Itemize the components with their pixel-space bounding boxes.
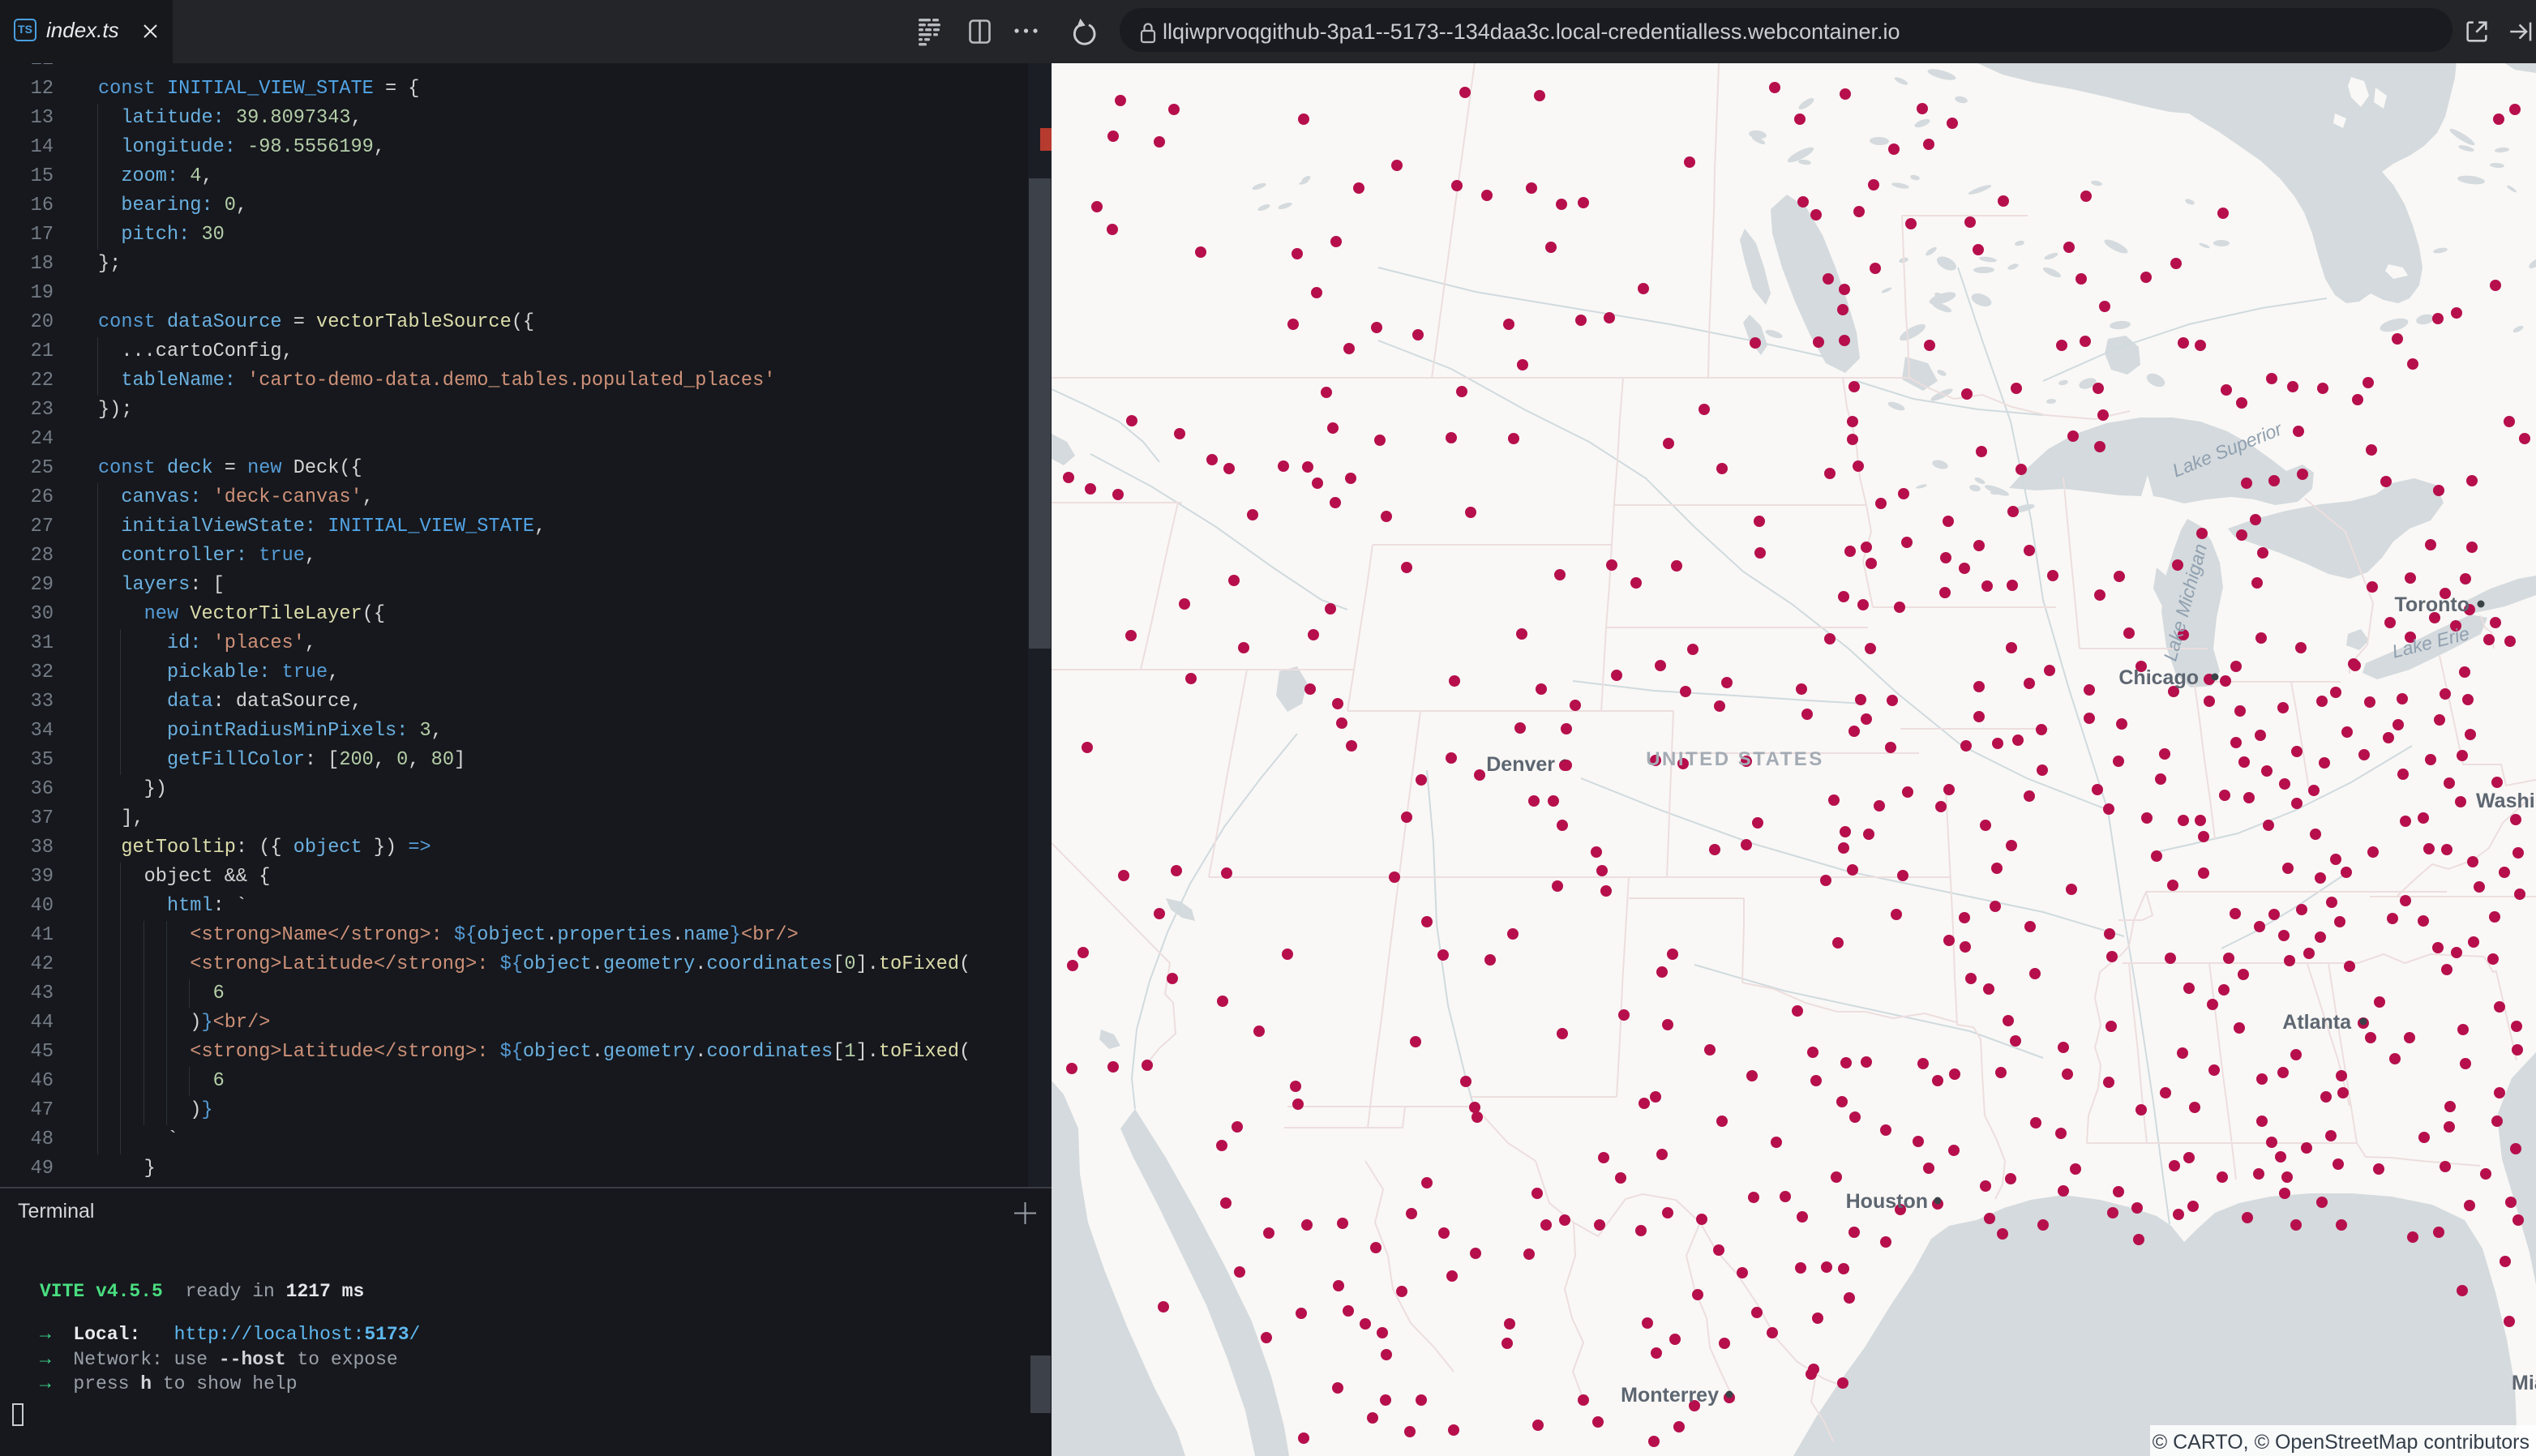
svg-text:UNITED STATES: UNITED STATES <box>1646 748 1824 770</box>
svg-text:Toronto: Toronto <box>2394 593 2470 616</box>
svg-text:© CARTO, © OpenStreetMap contr: © CARTO, © OpenStreetMap contributors <box>2153 1431 2530 1454</box>
svg-text:Washington: Washington <box>2476 790 2536 812</box>
svg-text:Denver: Denver <box>1486 753 1555 776</box>
svg-text:Monterrey: Monterrey <box>1621 1384 1719 1407</box>
svg-text:Miami: Miami <box>2512 1372 2536 1394</box>
svg-text:Atlanta: Atlanta <box>2282 1011 2352 1034</box>
svg-text:Chicago: Chicago <box>2118 666 2199 689</box>
svg-text:Houston: Houston <box>1846 1190 1928 1213</box>
